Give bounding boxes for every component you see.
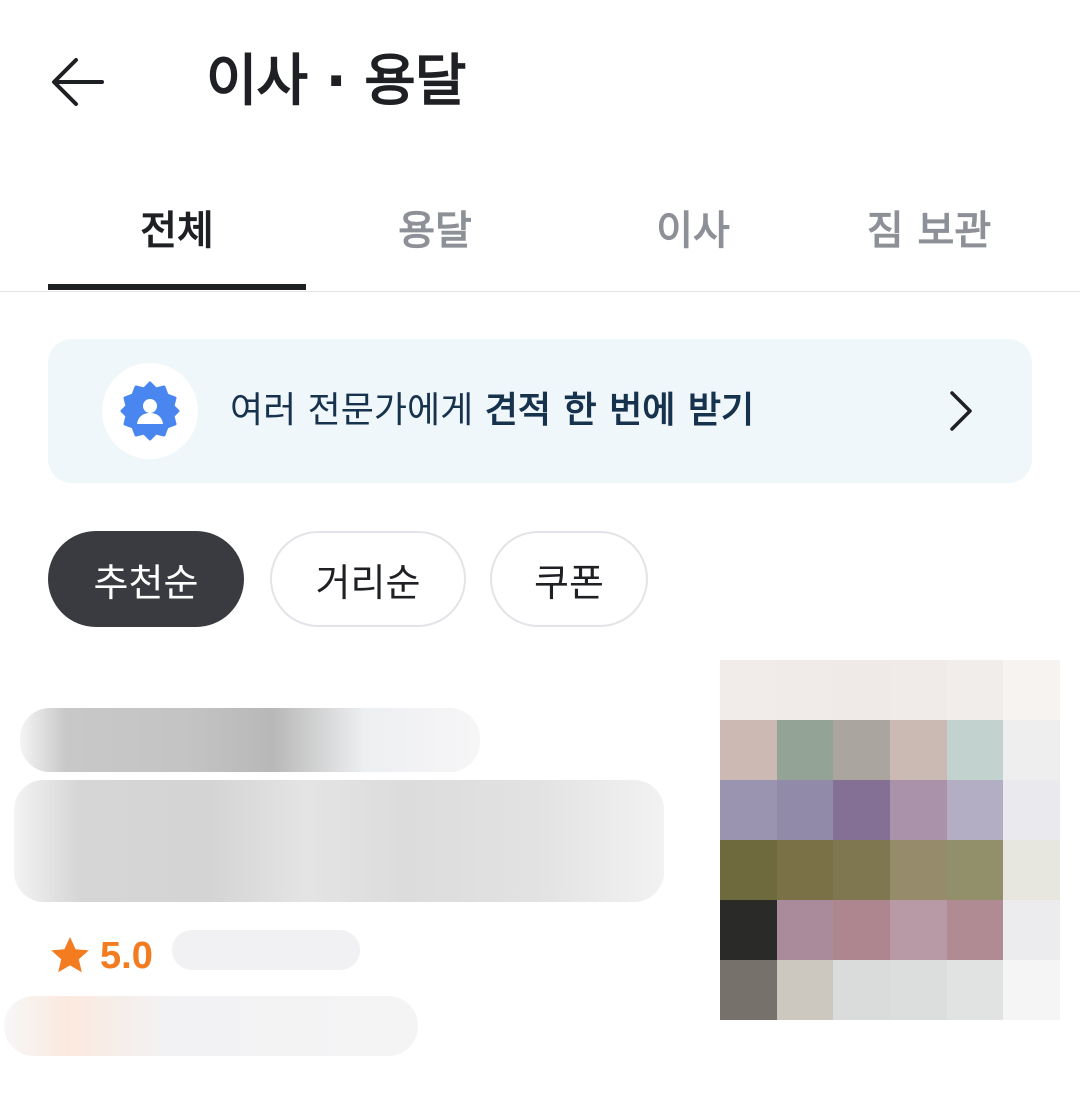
banner-text-regular: 여러 전문가에게 [230,390,485,431]
banner-text-bold: 견적 한 번에 받기 [484,390,755,431]
arrow-left-icon [52,58,104,106]
blurred-listing-meta [172,930,360,970]
banner-text: 여러 전문가에게 견적 한 번에 받기 [230,379,754,443]
blurred-listing-tags [4,996,418,1056]
tab-moving[interactable]: 이사 [564,170,822,290]
chevron-right-icon [950,391,972,431]
expert-badge-icon [120,381,180,441]
sort-distance-chip[interactable]: 거리순 [270,531,466,627]
expert-badge [102,363,198,459]
tab-storage[interactable]: 짐 보관 [800,170,1058,290]
tab-delivery[interactable]: 용달 [306,170,564,290]
tab-all[interactable]: 전체 [48,170,306,290]
back-button[interactable] [40,44,116,120]
rating-value: 5.0 [100,934,153,977]
blurred-listing-name [20,708,480,772]
listing-rating: 5.0 [48,928,153,984]
active-tab-indicator [48,284,306,290]
star-icon [51,937,89,973]
coupon-chip[interactable]: 쿠폰 [490,531,648,627]
quote-request-banner[interactable]: 여러 전문가에게 견적 한 번에 받기 [48,339,1032,483]
sort-recommended-chip[interactable]: 추천순 [48,531,244,627]
category-tabs: 전체 용달 이사 짐 보관 [0,170,1080,292]
blurred-listing-description [14,780,664,902]
page-title: 이사 · 용달 [206,49,466,114]
app-header: 이사 · 용달 [0,0,1080,165]
listing-thumbnail[interactable] [720,660,1060,1020]
